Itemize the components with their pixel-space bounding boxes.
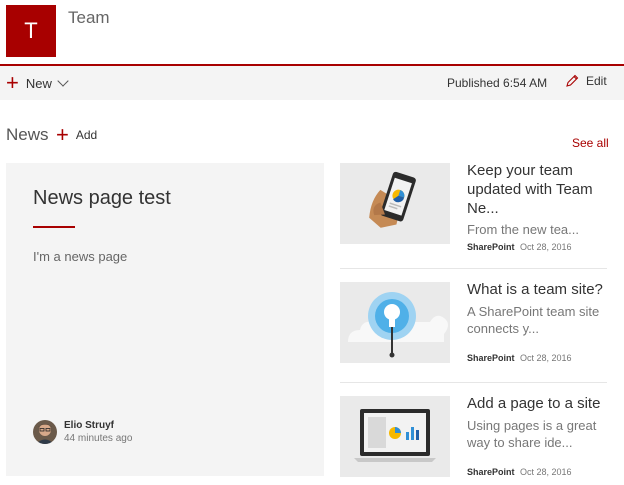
site-title[interactable]: Team xyxy=(68,8,110,28)
plus-icon: + xyxy=(6,70,19,95)
news-divider xyxy=(340,268,607,269)
add-news-button[interactable]: + Add xyxy=(56,122,98,147)
hero-news-card[interactable]: News page test I'm a news page Elio Stru… xyxy=(6,163,324,476)
hero-title: News page test xyxy=(33,187,171,209)
avatar xyxy=(33,420,57,444)
new-button[interactable]: + New xyxy=(6,70,69,95)
news-item-description: Using pages is a great way to share ide.… xyxy=(467,418,597,450)
news-item-source: SharePoint xyxy=(467,467,515,477)
pencil-icon xyxy=(566,74,579,87)
news-item[interactable]: Keep your team updated with Team Ne... F… xyxy=(340,162,607,263)
post-time: 44 minutes ago xyxy=(64,433,133,444)
news-item-meta: SharePoint Oct 28, 2016 xyxy=(467,467,572,477)
news-item-title: What is a team site? xyxy=(467,281,603,298)
add-news-label: Add xyxy=(75,128,98,142)
news-item-description: A SharePoint team site connects y... xyxy=(467,304,600,336)
news-thumbnail xyxy=(340,282,450,363)
news-item-title: Keep your team updated with Team Ne... xyxy=(467,162,593,217)
hero-author: Elio Struyf 44 minutes ago xyxy=(33,420,132,444)
command-bar: + New Published 6:54 AM Edit xyxy=(0,66,624,100)
laptop-chart-icon xyxy=(354,409,436,462)
hero-description: I'm a news page xyxy=(33,249,128,264)
news-thumbnail xyxy=(340,163,450,244)
phone-chart-icon xyxy=(369,171,416,228)
news-item-date: Oct 28, 2016 xyxy=(520,353,572,363)
new-button-label: New xyxy=(25,75,52,91)
site-header: T Team xyxy=(0,0,624,66)
hero-title-underline xyxy=(33,226,75,228)
news-item[interactable]: Add a page to a site Using pages is a gr… xyxy=(340,395,607,485)
lightbulb-cloud-icon xyxy=(348,292,448,358)
news-divider xyxy=(340,382,607,383)
news-item-description: From the new tea... xyxy=(467,222,579,237)
news-item-title: Add a page to a site xyxy=(467,395,601,412)
news-item-date: Oct 28, 2016 xyxy=(520,242,572,252)
edit-button[interactable]: Edit xyxy=(565,74,607,88)
news-thumbnail xyxy=(340,396,450,477)
news-item-source: SharePoint xyxy=(467,242,515,252)
author-name: Elio Struyf xyxy=(64,420,115,431)
published-status: Published 6:54 AM xyxy=(447,76,548,90)
news-section-title: News xyxy=(6,125,49,144)
plus-icon: + xyxy=(56,122,69,147)
news-item-date: Oct 28, 2016 xyxy=(520,467,572,477)
see-all-link[interactable]: See all xyxy=(572,136,609,150)
edit-button-label: Edit xyxy=(586,74,607,88)
news-item-meta: SharePoint Oct 28, 2016 xyxy=(467,242,572,252)
news-item-meta: SharePoint Oct 28, 2016 xyxy=(467,353,572,363)
news-item[interactable]: What is a team site? A SharePoint team s… xyxy=(340,281,607,382)
chevron-down-icon xyxy=(57,74,69,87)
news-item-source: SharePoint xyxy=(467,353,515,363)
site-logo[interactable]: T xyxy=(6,5,56,57)
